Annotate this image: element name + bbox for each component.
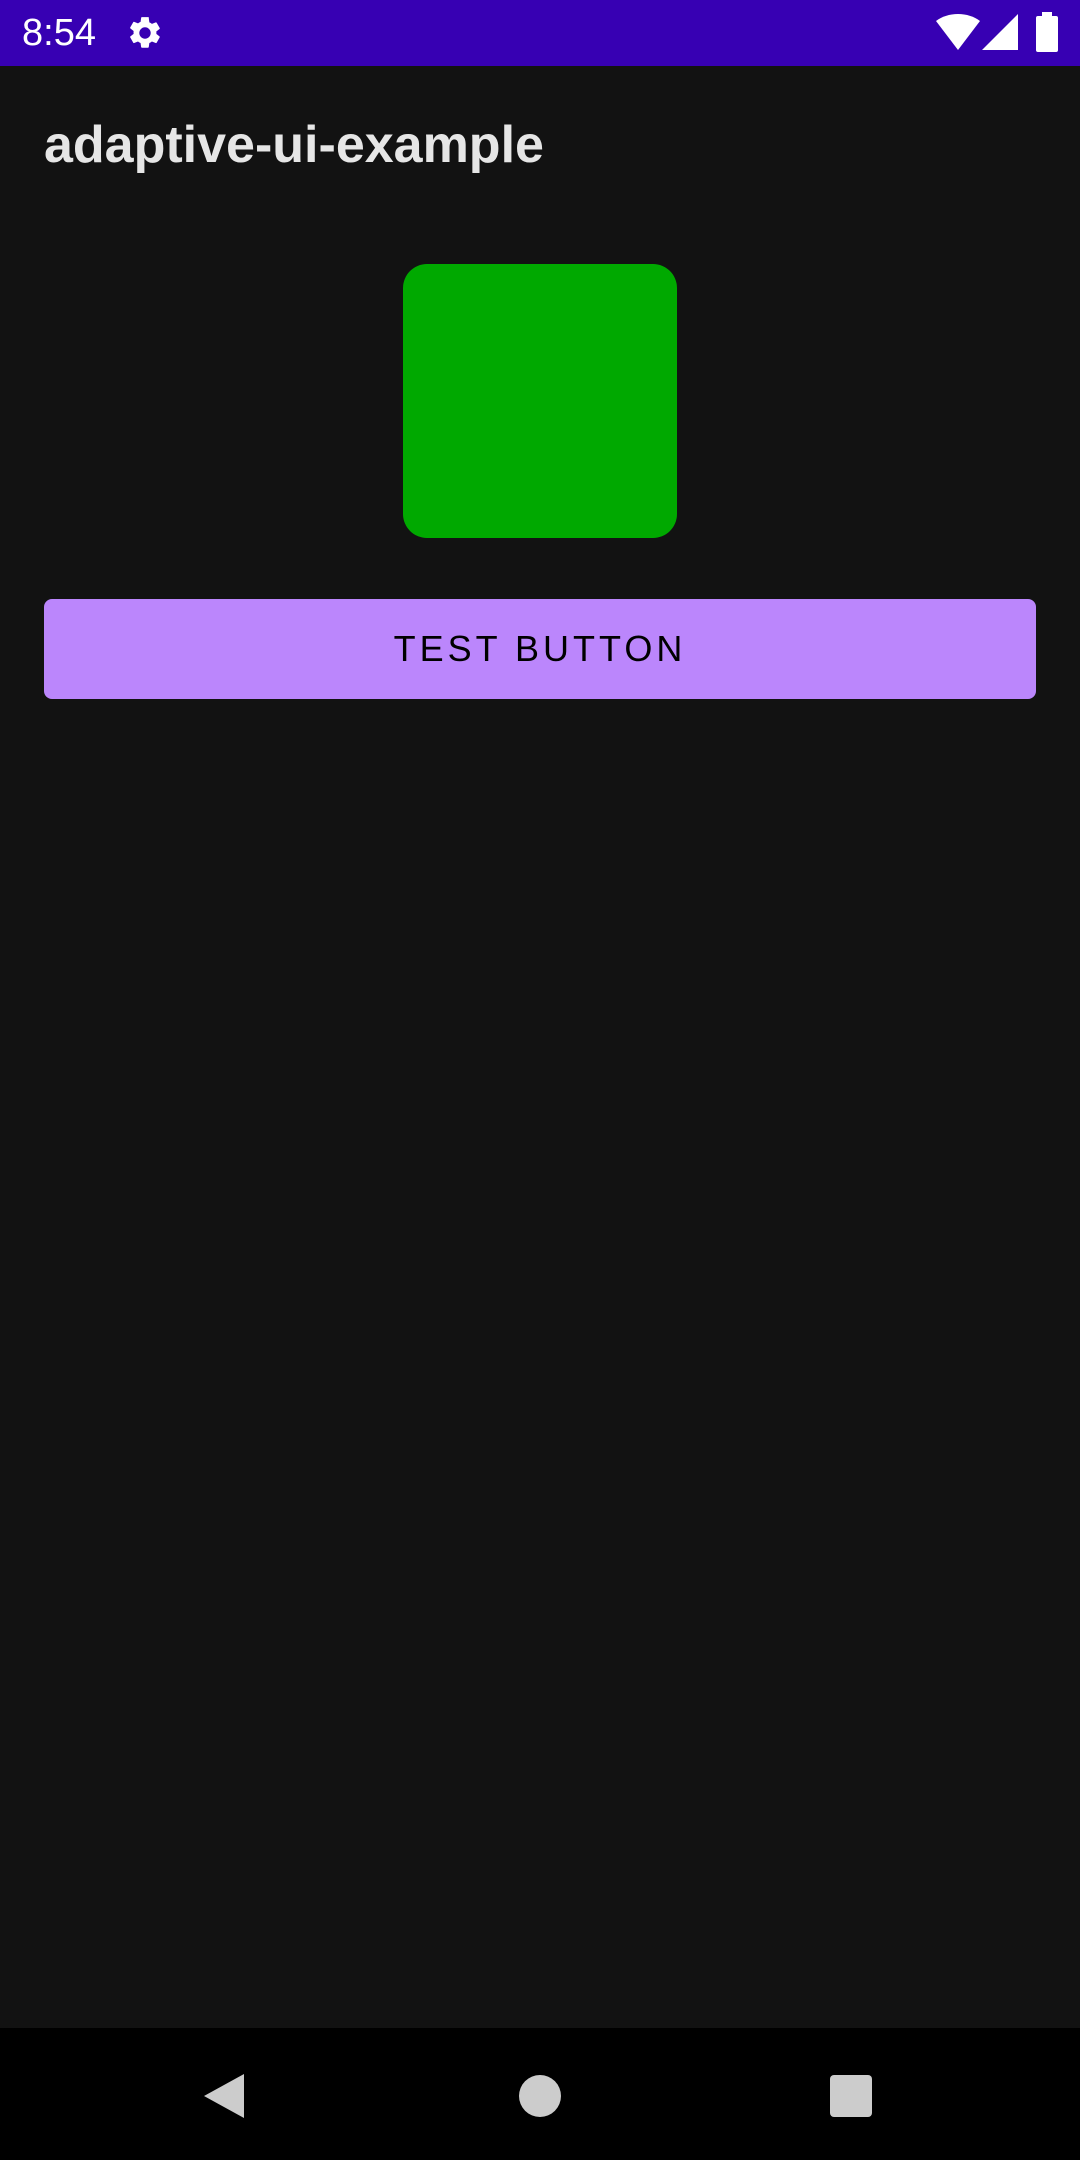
app-title: adaptive-ui-example [44,116,544,174]
status-bar: 8:54 [0,0,1080,66]
gear-icon [130,17,160,48]
status-time: 8:54 [22,12,96,54]
battery-icon [1036,12,1058,52]
recents-icon[interactable] [829,2074,873,2118]
back-icon[interactable] [204,2072,248,2120]
home-icon[interactable] [518,2074,562,2118]
wifi-icon [936,14,980,50]
navigation-bar [0,2028,1080,2160]
signal-icon [982,14,1018,50]
screen: 8:54 adaptive-ui-example TEST BUTTON [0,0,1080,2160]
green-square [403,264,677,538]
test-button[interactable]: TEST BUTTON [44,599,1036,699]
